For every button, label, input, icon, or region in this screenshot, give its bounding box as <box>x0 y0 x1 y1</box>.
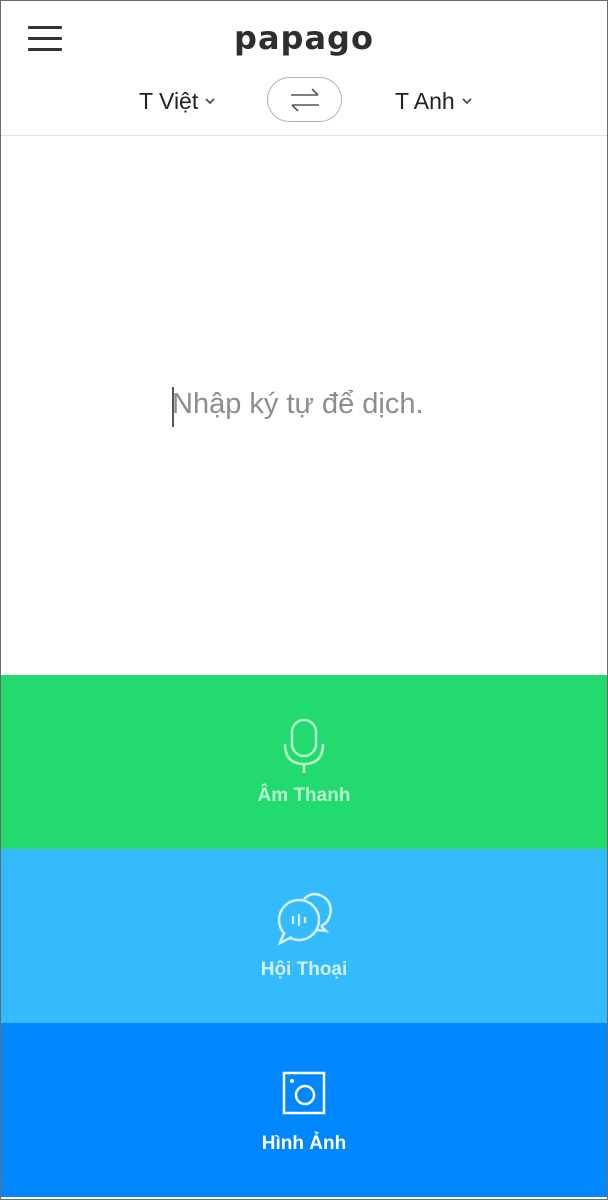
swap-arrows-icon <box>290 87 319 112</box>
app-frame: papago T Việt T Anh Nhập ký tự để dịch. <box>0 0 608 1200</box>
translation-input-placeholder: Nhập ký tự để dịch. <box>172 388 424 420</box>
target-language-label: T Anh <box>395 87 455 114</box>
image-translate-button[interactable]: Hình Ảnh <box>1 1023 607 1197</box>
image-translate-label: Hình Ảnh <box>261 1133 347 1154</box>
chevron-down-icon <box>462 98 472 105</box>
microphone-icon <box>283 718 325 773</box>
conversation-translate-button[interactable]: Hội Thoại <box>1 849 607 1023</box>
conversation-translate-label: Hội Thoại <box>260 959 348 980</box>
voice-translate-button[interactable]: Âm Thanh <box>1 675 607 849</box>
source-language-label: T Việt <box>139 87 199 114</box>
chat-bubbles-icon <box>277 892 332 946</box>
swap-languages-button[interactable] <box>267 77 342 122</box>
voice-translate-label: Âm Thanh <box>257 785 351 806</box>
camera-icon <box>282 1071 326 1115</box>
app-logo: papago <box>234 19 374 57</box>
target-language-selector[interactable]: T Anh <box>395 85 473 117</box>
source-language-selector[interactable]: T Việt <box>139 85 216 117</box>
chevron-down-icon <box>205 98 215 105</box>
top-header: papago T Việt T Anh <box>1 1 607 136</box>
